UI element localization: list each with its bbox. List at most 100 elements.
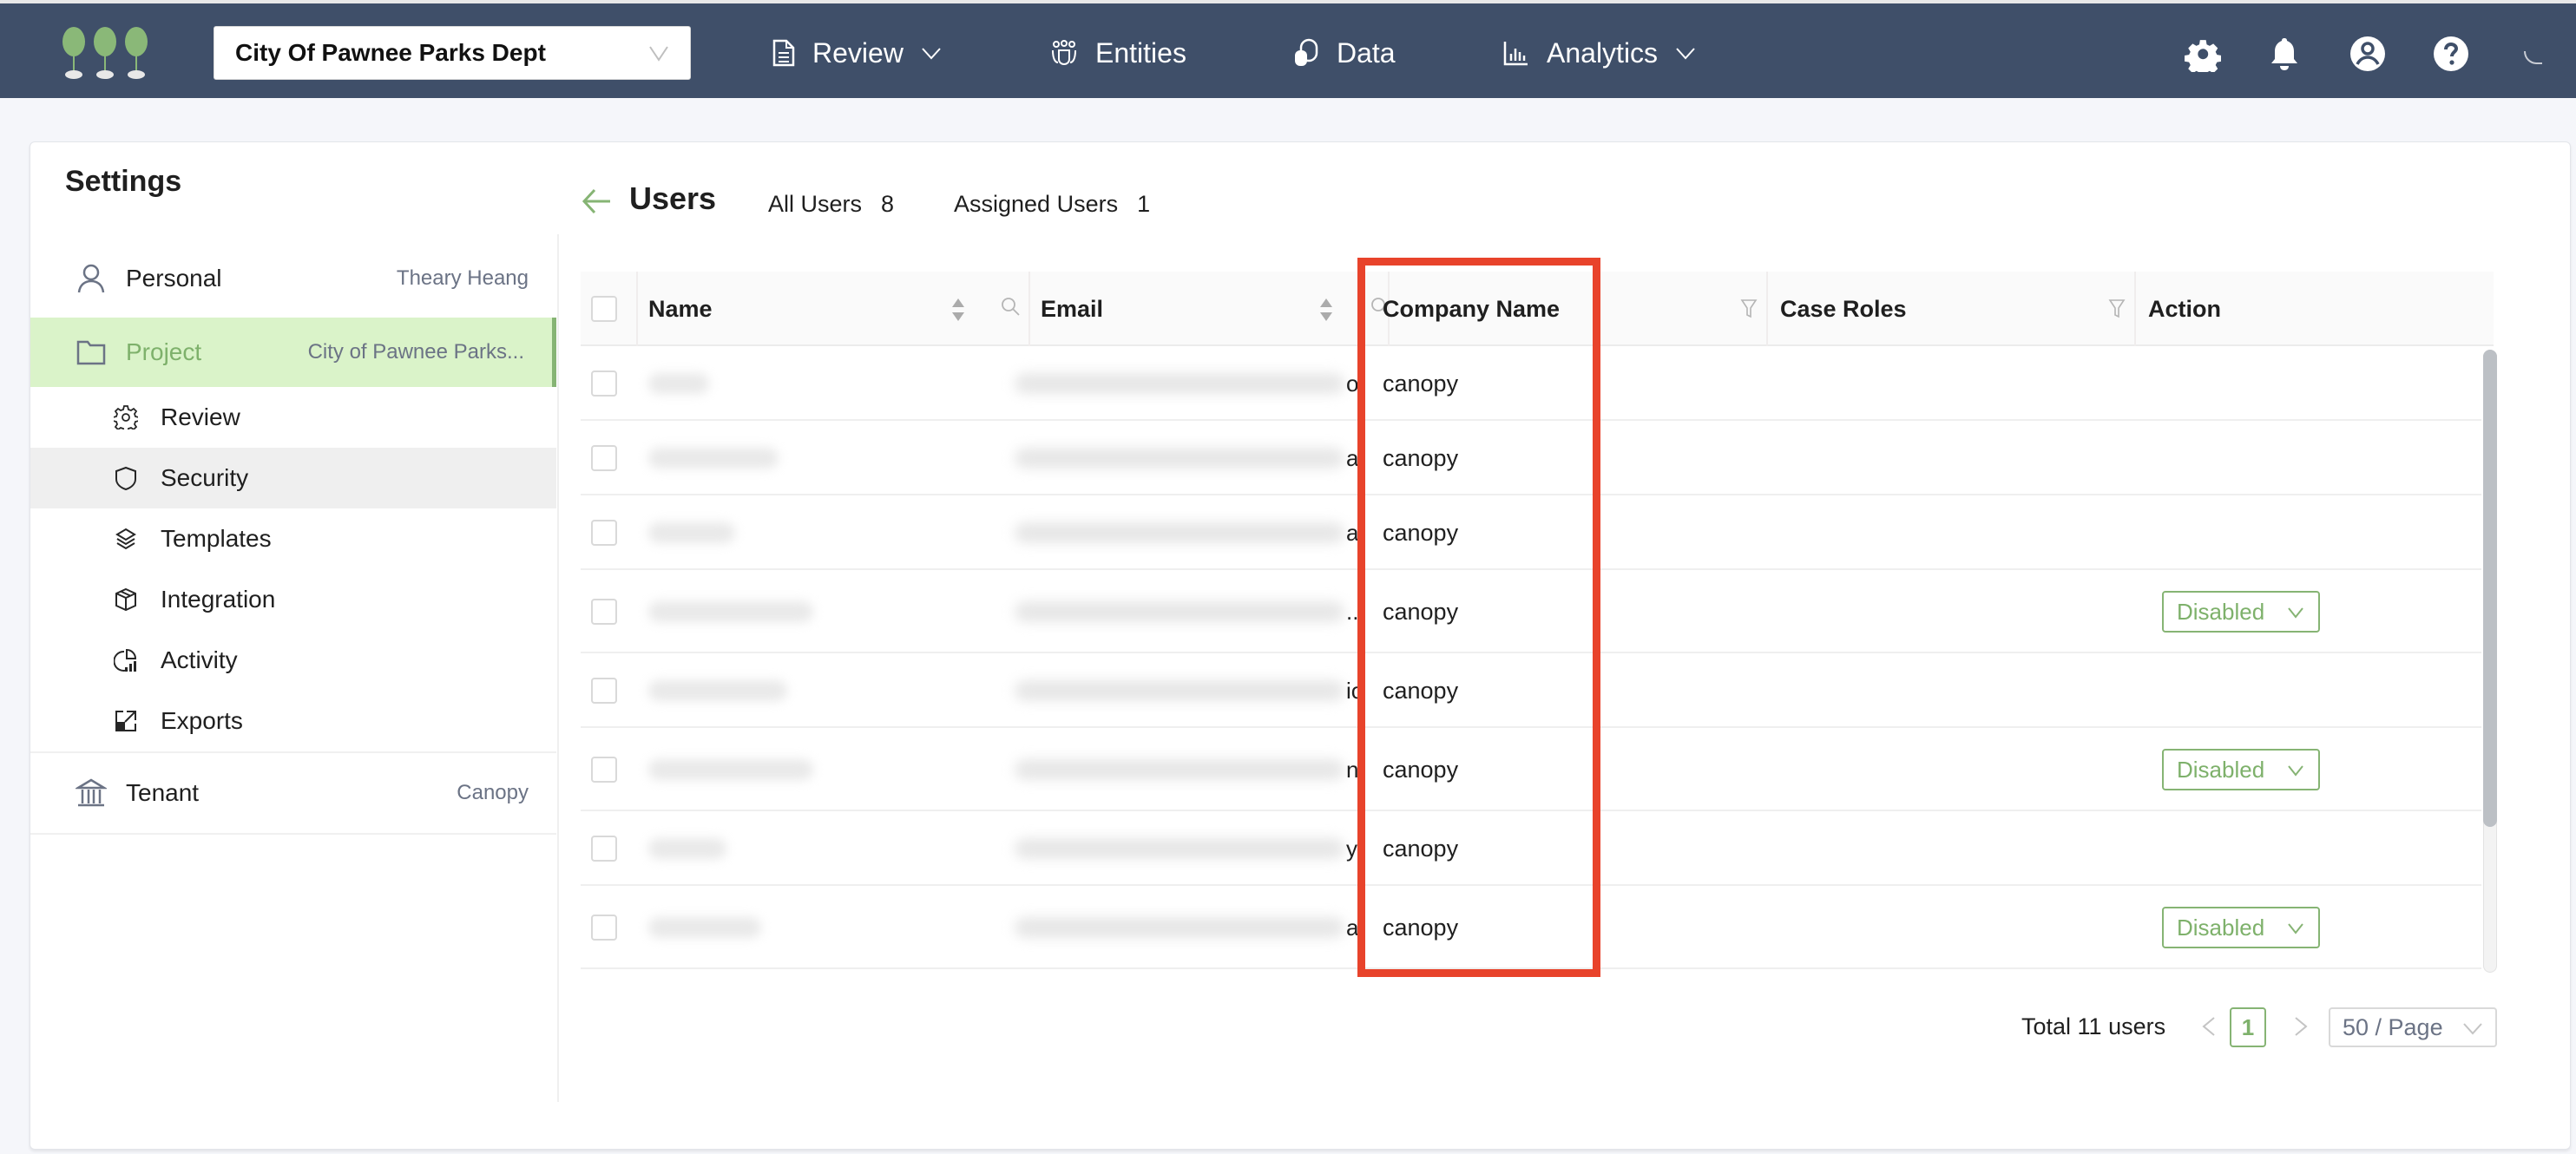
row-checkbox[interactable] [591, 757, 617, 783]
sidebar-item-label: Templates [161, 525, 272, 552]
nav-analytics-label: Analytics [1547, 36, 1659, 69]
page-1-button[interactable]: 1 [2230, 1007, 2266, 1047]
redacted-email [1015, 522, 1344, 543]
redacted-name [648, 838, 726, 859]
nav-data[interactable]: Data [1293, 28, 1396, 78]
row-checkbox[interactable] [591, 678, 617, 704]
table-row[interactable]: a.. canopy [581, 495, 2481, 570]
email-truncated-tail: io [1346, 678, 1364, 704]
column-header-company-name[interactable]: Company Name [1383, 272, 1560, 346]
column-header-name[interactable]: Name [648, 272, 713, 346]
sidebar-item-label: Exports [161, 707, 243, 734]
people-group-icon [1052, 40, 1076, 66]
column-header-label: Email [1041, 295, 1104, 322]
help-button[interactable] [2432, 35, 2470, 73]
status-dropdown[interactable]: Disabled [2162, 907, 2320, 948]
redacted-email [1015, 448, 1344, 469]
redacted-name [648, 680, 787, 701]
chevron-down-icon [2288, 607, 2303, 619]
table-row[interactable]: n.. canopy Disabled [581, 728, 2481, 811]
nav-entities[interactable]: Entities [1050, 28, 1186, 78]
table-row[interactable]: a... canopy [581, 421, 2481, 495]
user-circle-icon [2350, 36, 2385, 71]
status-dropdown-label: Disabled [2177, 598, 2265, 625]
row-checkbox[interactable] [591, 370, 617, 397]
tab-all-users[interactable]: All Users 8 [768, 191, 894, 218]
column-header-case-roles[interactable]: Case Roles [1780, 272, 1907, 346]
email-truncated-tail: a... [1346, 445, 1365, 471]
notifications-button[interactable] [2265, 35, 2303, 73]
chevron-down-icon [2288, 765, 2303, 777]
sort-icon[interactable] [1318, 297, 1334, 323]
sidebar-item-review[interactable]: Review [30, 387, 556, 448]
filter-icon[interactable] [1740, 298, 1758, 320]
sort-icon[interactable] [950, 297, 966, 323]
status-dropdown[interactable]: Disabled [2162, 591, 2320, 633]
sidebar-item-label: Personal [126, 265, 222, 292]
tab-label: All Users [768, 191, 863, 217]
sidebar-item-label: Review [161, 403, 240, 430]
redacted-email [1015, 759, 1344, 780]
table-row[interactable]: io canopy [581, 653, 2481, 728]
sidebar-item-templates[interactable]: Templates [30, 508, 556, 569]
row-checkbox[interactable] [591, 599, 617, 625]
sidebar-item-value: Theary Heang [396, 266, 529, 290]
sidebar-item-activity[interactable]: Activity [30, 630, 556, 691]
profile-button[interactable] [2349, 35, 2387, 73]
row-checkbox[interactable] [591, 445, 617, 471]
tab-label: Assigned Users [954, 191, 1119, 217]
column-divider [1766, 272, 1768, 346]
row-checkbox[interactable] [591, 915, 617, 941]
settings-button[interactable] [2184, 35, 2222, 73]
nav-review[interactable]: Review [772, 28, 942, 78]
bank-icon [76, 778, 107, 807]
previous-page-button[interactable] [2198, 1011, 2219, 1042]
chevron-down-icon [649, 46, 668, 62]
trees-logo-icon[interactable] [57, 26, 153, 80]
email-truncated-tail: o.. [1346, 370, 1365, 397]
table-body: o.. canopy a... canopy a.. canopy... canopy Dis… [581, 346, 2494, 971]
column-header-email[interactable]: Email [1015, 272, 1103, 346]
status-dropdown[interactable]: Disabled [2162, 749, 2320, 790]
redacted-name [648, 373, 709, 394]
table-row[interactable]: y.. canopy [581, 811, 2481, 886]
sidebar-item-personal[interactable]: Personal Theary Heang [30, 239, 556, 318]
page-size-select[interactable]: 50 / Page [2329, 1007, 2497, 1047]
filter-icon[interactable] [2108, 298, 2126, 320]
table-row[interactable]: ... canopy Disabled [581, 570, 2481, 653]
redacted-email [1015, 680, 1344, 701]
table-row[interactable]: a.. canopy Disabled [581, 886, 2481, 969]
tab-assigned-users[interactable]: Assigned Users 1 [954, 191, 1150, 218]
tab-count: 1 [1137, 191, 1151, 217]
redacted-email [1015, 917, 1344, 938]
sidebar-item-label: Project [126, 338, 202, 365]
next-page-button[interactable] [2290, 1011, 2311, 1042]
sidebar-item-integration[interactable]: Integration [30, 569, 556, 630]
sidebar-item-security[interactable]: Security [30, 448, 556, 508]
row-checkbox[interactable] [591, 520, 617, 546]
sidebar-item-project[interactable]: Project City of Pawnee Parks... [30, 318, 556, 387]
select-all-checkbox[interactable] [591, 296, 617, 322]
redacted-email [1015, 601, 1344, 622]
project-selector[interactable]: City Of Pawnee Parks Dept [214, 26, 691, 80]
pie-chart-icon [114, 648, 137, 672]
email-truncated-tail: n.. [1346, 757, 1365, 783]
chevron-down-icon [2463, 1023, 2482, 1035]
row-checkbox[interactable] [591, 836, 617, 862]
status-dropdown-label: Disabled [2177, 914, 2265, 941]
back-arrow-icon[interactable] [581, 186, 612, 217]
layers-icon [115, 528, 136, 550]
chevron-down-icon [922, 48, 941, 60]
column-header-label: Case Roles [1780, 295, 1907, 322]
table-row[interactable]: o.. canopy [581, 346, 2481, 421]
sidebar-item-exports[interactable]: Exports [30, 691, 556, 751]
user-icon [77, 264, 105, 293]
redacted-name [648, 759, 813, 780]
nav-analytics[interactable]: Analytics [1503, 28, 1696, 78]
company-name-cell: canopy [1383, 915, 1459, 941]
redacted-name [648, 917, 761, 938]
company-name-cell: canopy [1383, 836, 1459, 862]
sidebar-item-tenant[interactable]: Tenant Canopy [30, 751, 556, 835]
table-scrollbar-thumb[interactable] [2483, 350, 2497, 827]
folder-icon [76, 340, 106, 365]
